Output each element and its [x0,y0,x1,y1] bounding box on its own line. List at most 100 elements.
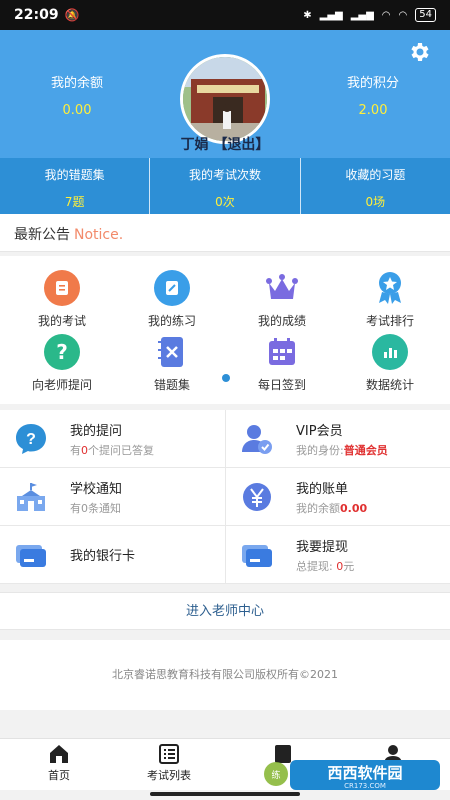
stat-value: 0场 [365,195,386,209]
notice-bar[interactable]: 最新公告 Notice. [0,214,450,252]
grid-label: 向老师提问 [31,378,92,392]
card-my-questions[interactable]: ? 我的提问 有0个提问已答复 [0,410,225,468]
card-title: 我的提问 [70,423,123,439]
subtitle-prefix: 我的余额 [296,501,340,515]
subtitle-prefix: 我的身份: [296,443,344,457]
favorites-stat[interactable]: 收藏的习题 0场 [301,158,450,214]
grid-item-wrong-book[interactable]: 错题集 [116,334,228,393]
card-vip[interactable]: VIP会员 我的身份:普通会员 [225,410,450,468]
grid-label: 每日签到 [257,378,306,392]
vip-user-icon [242,424,272,454]
home-icon [50,745,68,763]
school-building-icon [17,482,45,511]
tab-label: 考试列表 [147,769,191,782]
card-subtitle: 我的身份:普通会员 [296,442,388,458]
user-name: 丁娟 [180,137,209,153]
yen-coin-icon [243,482,271,511]
stat-label: 收藏的习题 [345,168,406,182]
grid-item-ranking[interactable]: 考试排行 [334,270,446,329]
balance-label: 我的余额 [50,76,103,91]
question-count: 0 [81,443,88,457]
tab-exam-list[interactable]: 考试列表 [134,743,204,783]
battery-icon: 54 [415,8,436,22]
list-icon [159,744,179,764]
teacher-center-link[interactable]: 进入老师中心 [0,592,450,630]
grid-item-daily-checkin[interactable]: 每日签到 [226,334,338,393]
subtitle-prefix: 总提现: [296,559,333,573]
avatar[interactable] [180,54,270,144]
stat-label: 我的考试次数 [188,168,261,182]
service-cards: ? 我的提问 有0个提问已答复 VIP会员 我的身份:普通会员 学校通知 有0条… [0,410,450,584]
card-withdraw[interactable]: 我要提现 总提现: 0元 [225,526,450,584]
signal-icon-2: ▂▄▆ [350,9,374,21]
grid-item-ask-teacher[interactable]: ? 向老师提问 [6,334,118,393]
exam-count-stat[interactable]: 我的考试次数 0次 [150,158,301,214]
logout-button[interactable]: 【退出】 [213,137,269,153]
avatar-photo [183,57,267,141]
calendar-icon [264,334,300,370]
wrong-book-icon [154,334,190,370]
grid-label: 错题集 [153,378,190,392]
grid-item-my-practice[interactable]: 我的练习 [116,270,228,329]
stat-value: 0次 [215,195,235,209]
watermark-logo: 练 西西软件园 CR173.COM [264,760,440,790]
crown-icon [264,270,300,306]
card-title: 我的银行卡 [70,549,136,564]
watermark-domain: CR173.COM [344,782,386,790]
grid-item-statistics[interactable]: 数据统计 [334,334,446,393]
card-title: 我要提现 [296,539,349,555]
grid-label: 我的练习 [147,314,196,328]
card-title: VIP会员 [296,423,343,439]
page-indicator-dot [222,374,230,382]
grid-item-my-exam[interactable]: 我的考试 [6,270,118,329]
subtitle-suffix: 个提问已答复 [88,443,154,457]
signal-icon: ▂▄▆ [319,9,343,21]
subtitle-prefix: 有 [70,501,81,515]
wifi-icon-2: ◠ [398,9,408,21]
balance-stat[interactable]: 我的余额 0.00 [22,72,132,118]
question-icon: ? [44,334,80,370]
tab-label: 首页 [48,769,70,782]
withdraw-card-icon [242,544,272,567]
status-bar: 22:09 🔕 ✱ ▂▄▆ ▂▄▆ ◠ ◠ 54 [0,0,450,30]
card-school-notice[interactable]: 学校通知 有0条通知 [0,468,225,526]
card-title: 我的账单 [296,481,349,497]
stat-value: 7题 [64,195,85,209]
practice-icon [154,270,190,306]
notice-subtitle: Notice. [74,227,124,243]
grid-item-my-scores[interactable]: 我的成绩 [226,270,338,329]
tab-home[interactable]: 首页 [24,743,94,783]
grid-label: 我的考试 [37,314,86,328]
card-subtitle: 总提现: 0元 [296,558,354,574]
copyright-text: 北京睿诺思教育科技有限公司版权所有©2021 [0,640,450,710]
wrong-questions-stat[interactable]: 我的错题集 7题 [0,158,151,214]
stat-label: 我的错题集 [44,168,105,182]
points-label: 我的积分 [346,76,399,91]
exam-icon [44,270,80,306]
grid-label: 我的成绩 [257,314,306,328]
subtitle-suffix: 条通知 [88,501,121,515]
notice-count: 0 [81,501,88,515]
status-time: 22:09 [14,7,59,23]
function-grid: 我的考试 我的练习 我的成绩 考试排行 ? 向老师提问 错题集 每日签到 数据统… [0,256,450,404]
grid-label: 数据统计 [365,378,414,392]
settings-gear-icon[interactable] [408,40,432,64]
mute-icon: 🔕 [64,8,80,22]
user-name-row: 丁娟 【退出】 [0,134,450,154]
svg-text:练: 练 [271,769,280,781]
points-stat[interactable]: 我的积分 2.00 [318,72,428,118]
points-value: 2.00 [358,103,388,118]
stats-bar: 我的错题集 7题 我的考试次数 0次 收藏的习题 0场 [0,158,450,214]
card-my-bill[interactable]: 我的账单 我的余额0.00 [225,468,450,526]
bank-card-icon [16,544,46,567]
home-indicator [150,792,300,796]
membership-level: 普通会员 [343,443,388,457]
balance-value: 0.00 [62,103,92,118]
grid-label: 考试排行 [365,314,414,328]
wifi-icon: ◠ [381,9,391,21]
svg-text:?: ? [26,431,36,448]
notice-title: 最新公告 [14,227,70,243]
card-subtitle: 有0条通知 [70,500,122,516]
card-bank-card[interactable]: 我的银行卡 [0,526,225,584]
balance-amount: 0.00 [340,501,368,515]
